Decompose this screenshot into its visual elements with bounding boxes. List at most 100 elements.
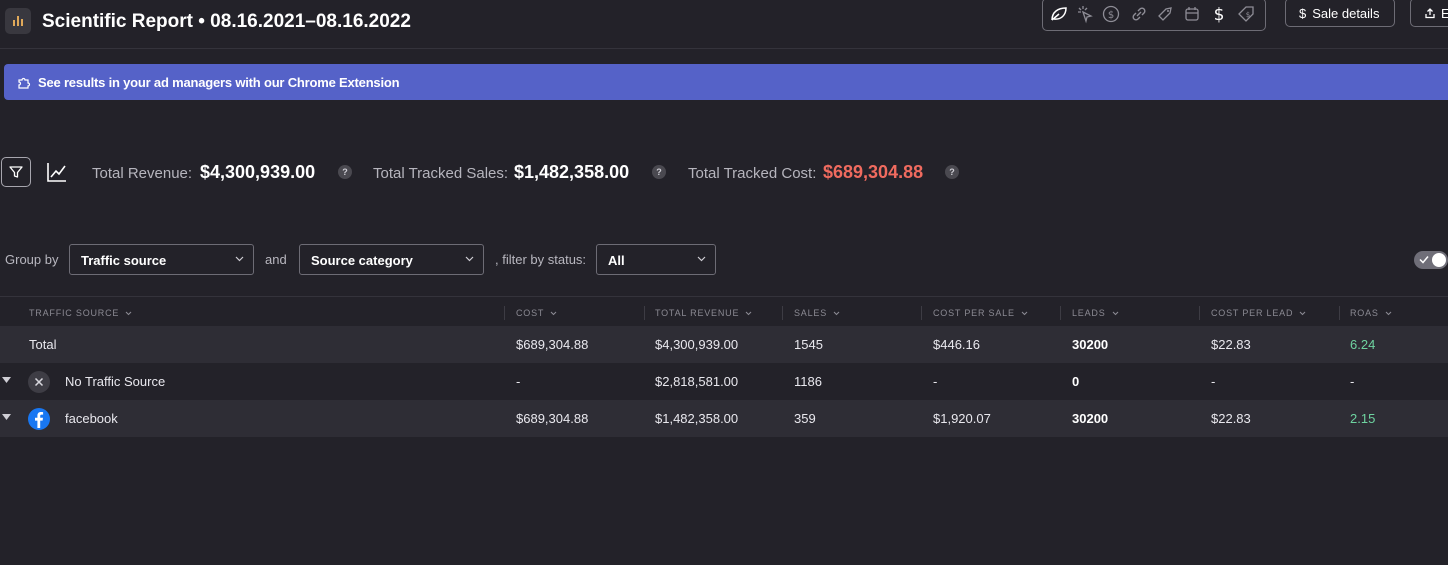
row-revenue: $2,818,581.00 [655,374,739,389]
leaf-icon[interactable] [1049,4,1069,24]
status-select[interactable]: All [596,244,716,275]
facebook-icon [28,408,50,430]
sort-chevron-icon [1299,311,1306,316]
dollar-icon[interactable]: $ [1209,4,1229,24]
chevron-down-icon [697,256,706,262]
row-revenue: $1,482,358.00 [655,411,739,426]
column-header-cost-per-lead[interactable]: COST PER LEAD [1211,308,1306,318]
sale-details-label: Sale details [1312,6,1380,21]
group-by-label: Group by [5,252,59,267]
sort-chevron-icon [550,311,557,316]
row-cost-per-lead: - [1211,374,1216,389]
column-header-cost[interactable]: COST [516,308,557,318]
dollar-icon: $ [1299,6,1307,21]
svg-text:$: $ [1246,11,1250,19]
calendar-icon[interactable] [1182,4,1202,24]
column-divider[interactable] [1060,306,1061,320]
column-divider[interactable] [644,306,645,320]
table-row[interactable]: No Traffic Source - $2,818,581.00 1186 -… [0,363,1448,400]
total-tracked-cost-label: Total Tracked Cost: [688,165,817,182]
price-tag-icon[interactable]: $ [1236,4,1256,24]
top-bar: Scientific Report • 08.16.2021–08.16.202… [0,0,1448,49]
status-value: All [608,253,625,268]
total-revenue-value: $4,300,939.00 [200,162,316,182]
row-roas: - [1350,374,1355,389]
column-header-roas[interactable]: ROAS [1350,308,1392,318]
row-cost-per-sale: $1,920.07 [933,411,991,426]
filter-button[interactable] [1,157,31,187]
column-divider[interactable] [921,306,922,320]
total-tracked-sales-value: $1,482,358.00 [514,162,630,182]
column-header-cost-per-sale[interactable]: COST PER SALE [933,308,1028,318]
group-by-value: Traffic source [81,253,167,268]
row-cost-per-lead: $22.83 [1211,411,1251,426]
sort-chevron-icon [1021,311,1028,316]
traffic-source-name: No Traffic Source [65,374,166,389]
x-circle-icon [28,371,50,393]
total-revenue-label: Total Revenue: [92,165,193,182]
row-roas: 2.15 [1350,411,1376,426]
page-title: Scientific Report • 08.16.2021–08.16.202… [42,11,411,32]
row-leads: 0 [1072,374,1080,389]
expand-triangle-icon[interactable] [2,377,11,383]
second-group-select[interactable]: Source category [299,244,484,275]
column-divider[interactable] [1199,306,1200,320]
table-header: TRAFFIC SOURCE COST TOTAL REVENUE SALES … [0,296,1448,327]
revenue-help-icon[interactable]: ? [338,165,352,179]
link-icon[interactable] [1129,4,1149,24]
total-cost-per-lead: $22.83 [1211,337,1251,352]
filter-icon [9,166,23,178]
check-icon [1419,256,1429,264]
svg-text:$: $ [1108,10,1114,21]
dollar-circle-icon[interactable]: $ [1101,4,1121,24]
channel-icon-group: $ $ $ [1042,0,1266,31]
traffic-source-name: facebook [65,411,118,426]
column-divider[interactable] [504,306,505,320]
total-revenue: $4,300,939.00 [655,337,739,352]
column-header-traffic-source[interactable]: TRAFFIC SOURCE [29,308,132,318]
column-divider[interactable] [1339,306,1340,320]
total-tracked-cost-value: $689,304.88 [823,162,924,182]
svg-text:$: $ [1214,5,1225,24]
sale-details-button[interactable]: $ Sale details [1285,0,1395,27]
sales-help-icon[interactable]: ? [652,165,666,179]
tag-icon[interactable] [1155,4,1175,24]
column-header-leads[interactable]: LEADS [1072,308,1119,318]
column-divider[interactable] [782,306,783,320]
puzzle-icon [18,77,31,89]
row-cost: $689,304.88 [516,411,589,426]
row-sales: 359 [794,411,816,426]
second-group-value: Source category [311,253,413,268]
total-roas: 6.24 [1350,337,1376,352]
sort-chevron-icon [745,311,752,316]
view-toggle[interactable] [1414,251,1448,269]
column-header-total-revenue[interactable]: TOTAL REVENUE [655,308,752,318]
total-cost-per-sale: $446.16 [933,337,980,352]
row-leads: 30200 [1072,411,1109,426]
row-sales: 1186 [794,374,822,389]
export-label: E [1441,6,1448,21]
total-cost: $689,304.88 [516,337,589,352]
column-header-sales[interactable]: SALES [794,308,840,318]
chevron-down-icon [235,256,244,262]
report-chart-icon [5,8,31,34]
total-tracked-sales-label: Total Tracked Sales: [373,165,509,182]
click-icon[interactable] [1075,4,1095,24]
export-button[interactable]: E [1410,0,1448,27]
toggle-knob [1432,253,1446,267]
table-total-row: Total $689,304.88 $4,300,939.00 1545 $44… [0,326,1448,363]
banner-text: See results in your ad managers with our… [38,75,400,90]
table-row[interactable]: facebook $689,304.88 $1,482,358.00 359 $… [0,400,1448,437]
cost-help-icon[interactable]: ? [945,165,959,179]
group-by-select[interactable]: Traffic source [69,244,254,275]
chrome-extension-banner[interactable]: See results in your ad managers with our… [4,64,1448,100]
row-cost-per-sale: - [933,374,938,389]
line-chart-icon[interactable] [46,161,68,183]
total-label: Total [29,337,57,352]
expand-triangle-icon[interactable] [2,414,11,420]
and-label: and [265,252,287,267]
sort-chevron-icon [1112,311,1118,316]
sort-chevron-icon [125,311,132,316]
filter-status-label: , filter by status: [495,252,587,267]
row-cost: - [516,374,521,389]
